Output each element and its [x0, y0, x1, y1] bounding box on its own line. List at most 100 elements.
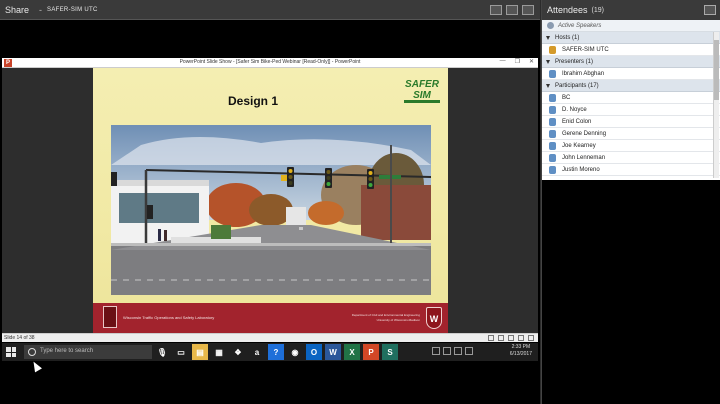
- share-separator: -: [39, 4, 43, 15]
- user-icon: [549, 69, 556, 78]
- chrome-icon[interactable]: ◉: [287, 344, 303, 360]
- attendee-group-header[interactable]: Hosts (1): [542, 32, 720, 44]
- safer-sim-logo-text: SAFER SIM: [405, 79, 439, 101]
- user-icon: [549, 141, 556, 150]
- powerpoint-window-title: PowerPoint Slide Show - [Safer Sim Bike-…: [179, 59, 361, 65]
- attendees-count: (19): [591, 6, 604, 14]
- store-icon[interactable]: ▦: [211, 344, 227, 360]
- taskbar-clock[interactable]: 2:33 PM 6/13/2017: [510, 344, 532, 358]
- pod-menu-icon[interactable]: [704, 5, 716, 15]
- user-icon: [549, 105, 556, 114]
- attendee-name: BC: [562, 94, 571, 101]
- slide-title: Design 1: [228, 94, 279, 108]
- start-button[interactable]: [6, 347, 16, 357]
- system-tray: [432, 347, 473, 355]
- volume-icon[interactable]: [454, 347, 462, 355]
- attendee-name: Justin Moreno: [562, 166, 600, 173]
- fit-slide-icon[interactable]: [528, 335, 534, 341]
- word-icon[interactable]: W: [325, 344, 341, 360]
- attendee-name: John Lenneman: [562, 154, 606, 161]
- speaker-icon: [547, 22, 554, 29]
- attendee-row[interactable]: Gerene Denning: [542, 128, 720, 140]
- attendee-group-label: Participants (17): [555, 82, 599, 89]
- search-icon: [28, 348, 36, 356]
- attendee-row[interactable]: Ibrahim Abghan: [542, 68, 720, 80]
- file-explorer-icon[interactable]: ▤: [192, 344, 208, 360]
- attendee-name: Enid Colon: [562, 118, 592, 125]
- share-pod: Share - SAFER-SIM UTC P PowerPoint Slide…: [0, 0, 540, 404]
- attendee-group-header[interactable]: Presenters (1): [542, 56, 720, 68]
- attendee-group-label: Presenters (1): [555, 58, 594, 65]
- scrollbar-thumb[interactable]: [714, 40, 719, 100]
- share-header: Share - SAFER-SIM UTC: [0, 0, 540, 20]
- department-name: Department of Civil and Environmental En…: [351, 313, 420, 317]
- attendee-name: Gerene Denning: [562, 130, 607, 137]
- lab-name: Wisconsin Traffic Operations and Safety …: [123, 315, 215, 320]
- powerpoint-titlebar: P PowerPoint Slide Show - [Safer Sim Bik…: [2, 58, 538, 68]
- slide: Design 1 SAFER SIM Wisconsin Traffic Ope…: [93, 68, 448, 333]
- slide-counter: Slide 14 of 38: [4, 335, 35, 341]
- attendee-row[interactable]: D. Noyce: [542, 104, 720, 116]
- network-icon[interactable]: [443, 347, 451, 355]
- user-icon: [549, 153, 556, 162]
- start-logo-pane: [6, 352, 11, 357]
- dropbox-icon[interactable]: ❖: [230, 344, 246, 360]
- excel-icon[interactable]: X: [344, 344, 360, 360]
- notification-arrow-icon[interactable]: [432, 347, 440, 355]
- attendee-list: Hosts (1) SAFER-SIM UTC Presenters (1) Ibra…: [542, 32, 720, 176]
- help-icon[interactable]: ?: [268, 344, 284, 360]
- task-view-icon[interactable]: ▭: [173, 344, 189, 360]
- attendee-row[interactable]: Joe Kearney: [542, 140, 720, 152]
- window-controls: — ❐ ✕: [500, 58, 534, 65]
- attendee-row[interactable]: Justin Moreno: [542, 164, 720, 176]
- attendee-row[interactable]: BC: [542, 92, 720, 104]
- layout-toggle-icon[interactable]: [490, 5, 502, 15]
- collapse-triangle-icon[interactable]: [546, 83, 550, 88]
- attendee-name: D. Noyce: [562, 106, 587, 113]
- slide-sorter-icon[interactable]: [498, 335, 504, 341]
- user-icon: [549, 93, 556, 102]
- slideshow-view-icon[interactable]: [518, 335, 524, 341]
- windows-taskbar: Type here to search 🎙 ▭ ▤ ▦ ❖ a? ◉ O W X P S 2:33 P…: [2, 343, 538, 361]
- user-icon: [549, 165, 556, 174]
- start-logo-pane: [6, 347, 11, 352]
- user-icon: [549, 129, 556, 138]
- minimize-button[interactable]: —: [500, 58, 506, 65]
- close-button[interactable]: ✕: [529, 58, 534, 65]
- attendees-pod: Attendees (19) Active Speakers Hosts (1)…: [541, 0, 720, 180]
- restore-button[interactable]: ❐: [515, 58, 520, 65]
- collapse-triangle-icon[interactable]: [546, 59, 550, 64]
- university-name: University of Wisconsin-Madison: [376, 318, 420, 322]
- normal-view-icon[interactable]: [488, 335, 494, 341]
- safer-sim-logo: SAFER SIM: [402, 76, 442, 112]
- reading-view-icon[interactable]: [508, 335, 514, 341]
- start-logo-pane: [11, 347, 16, 352]
- attendees-header: Attendees (19): [542, 0, 720, 20]
- powerpoint-icon[interactable]: P: [363, 344, 379, 360]
- battery-icon[interactable]: [465, 347, 473, 355]
- uw-crest-icon: W: [426, 307, 442, 329]
- topslab-logo: [103, 306, 117, 328]
- street-intersection-photo: [111, 125, 431, 295]
- pod-options-icon[interactable]: [506, 5, 518, 15]
- share-owner: SAFER-SIM UTC: [47, 6, 98, 13]
- host-user-icon: [549, 45, 556, 54]
- collapse-triangle-icon[interactable]: [546, 35, 550, 40]
- mic-icon[interactable]: 🎙: [154, 344, 170, 360]
- attendee-scrollbar[interactable]: [713, 32, 719, 178]
- attendee-row[interactable]: SAFER-SIM UTC: [542, 44, 720, 56]
- amazon-icon[interactable]: a: [249, 344, 265, 360]
- attendee-row[interactable]: John Lenneman: [542, 152, 720, 164]
- shell-icon[interactable]: S: [382, 344, 398, 360]
- powerpoint-statusbar: Slide 14 of 38: [2, 333, 538, 342]
- share-toolbar: [490, 5, 534, 15]
- attendee-name: Ibrahim Abghan: [562, 70, 605, 77]
- fullscreen-icon[interactable]: [522, 5, 534, 15]
- outlook-icon[interactable]: O: [306, 344, 322, 360]
- view-controls: [488, 335, 534, 341]
- attendee-group-label: Hosts (1): [555, 34, 580, 41]
- search-placeholder: Type here to search: [40, 348, 94, 354]
- taskbar-search-box[interactable]: Type here to search: [24, 345, 152, 359]
- attendee-group-header[interactable]: Participants (17): [542, 80, 720, 92]
- attendee-row[interactable]: Enid Colon: [542, 116, 720, 128]
